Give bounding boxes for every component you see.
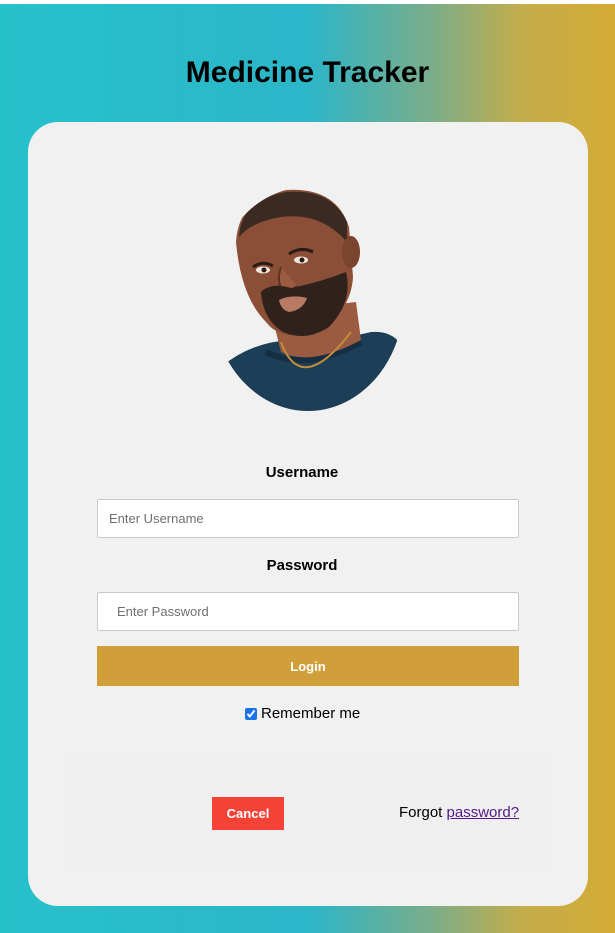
avatar	[212, 187, 404, 411]
cancel-button[interactable]: Cancel	[212, 797, 284, 830]
forgot-password: Forgot password?	[399, 804, 519, 821]
username-input[interactable]	[97, 499, 519, 538]
forgot-prefix: Forgot	[399, 804, 443, 821]
remember-me-checkbox[interactable]	[245, 707, 257, 720]
password-input[interactable]	[97, 592, 519, 631]
login-card: Username Password Login Remember me Canc…	[28, 122, 588, 906]
remember-me[interactable]: Remember me	[243, 705, 360, 722]
password-label: Password	[266, 557, 338, 574]
forgot-password-link[interactable]: password?	[447, 804, 520, 821]
page-title: Medicine Tracker	[185, 56, 430, 89]
remember-me-label: Remember me	[261, 705, 361, 722]
login-button[interactable]: Login	[97, 646, 519, 686]
username-label: Username	[265, 464, 339, 481]
